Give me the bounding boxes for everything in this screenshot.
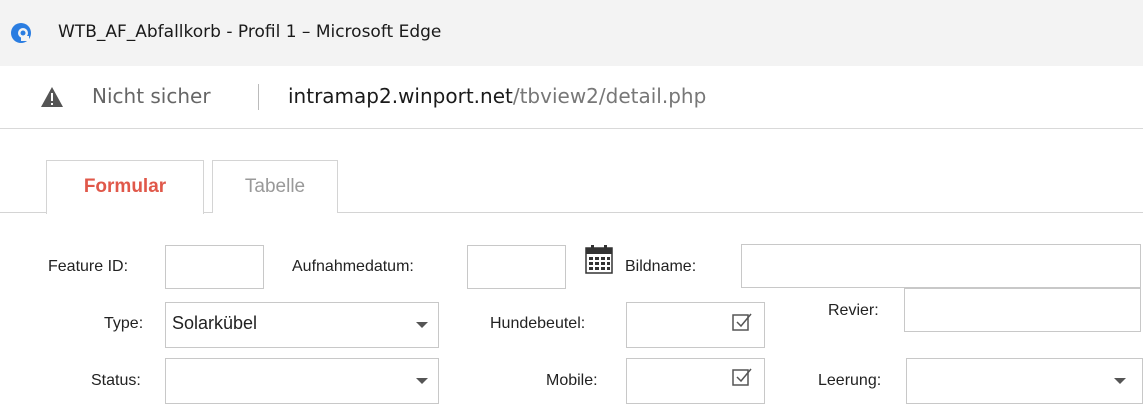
leerung-label: Leerung:	[818, 372, 882, 389]
edge-logo-icon	[11, 23, 31, 43]
revier-input[interactable]	[904, 288, 1141, 332]
hundebeutel-label: Hundebeutel:	[490, 315, 586, 332]
status-label: Status:	[91, 372, 141, 389]
feature-id-input[interactable]	[165, 245, 264, 289]
revier-label: Revier:	[828, 302, 879, 319]
security-status-label[interactable]: Nicht sicher	[92, 84, 211, 108]
type-chevron-down-icon	[416, 322, 428, 328]
tab-formular[interactable]: Formular	[46, 160, 204, 214]
aufnahmedatum-label: Aufnahmedatum:	[292, 258, 414, 275]
mobile-checkbox-icon[interactable]	[732, 367, 752, 387]
hundebeutel-checkbox-icon[interactable]	[732, 312, 752, 332]
address-separator	[258, 84, 259, 110]
window-titlebar: WTB_AF_Abfallkorb - Profil 1 – Microsoft…	[0, 0, 1143, 66]
url-path: /tbview2/detail.php	[512, 84, 707, 108]
url-text[interactable]: intramap2.winport.net/tbview2/detail.php	[288, 84, 706, 108]
aufnahmedatum-input[interactable]	[467, 245, 566, 289]
leerung-chevron-down-icon	[1114, 378, 1126, 384]
bildname-label: Bildname:	[625, 258, 697, 275]
type-select-value: Solarkübel	[172, 313, 258, 333]
status-chevron-down-icon	[416, 378, 428, 384]
leerung-select[interactable]	[906, 358, 1143, 404]
window-title: WTB_AF_Abfallkorb - Profil 1 – Microsoft…	[58, 22, 442, 42]
tab-tabelle[interactable]: Tabelle	[212, 160, 338, 213]
warning-icon[interactable]	[40, 86, 64, 108]
mobile-label: Mobile:	[546, 372, 598, 389]
status-select[interactable]	[165, 358, 439, 404]
feature-id-label: Feature ID:	[48, 258, 129, 275]
calendar-icon[interactable]	[585, 244, 613, 274]
type-label: Type:	[104, 315, 144, 332]
url-host: intramap2.winport.net	[288, 84, 513, 108]
bildname-input[interactable]	[741, 244, 1141, 288]
